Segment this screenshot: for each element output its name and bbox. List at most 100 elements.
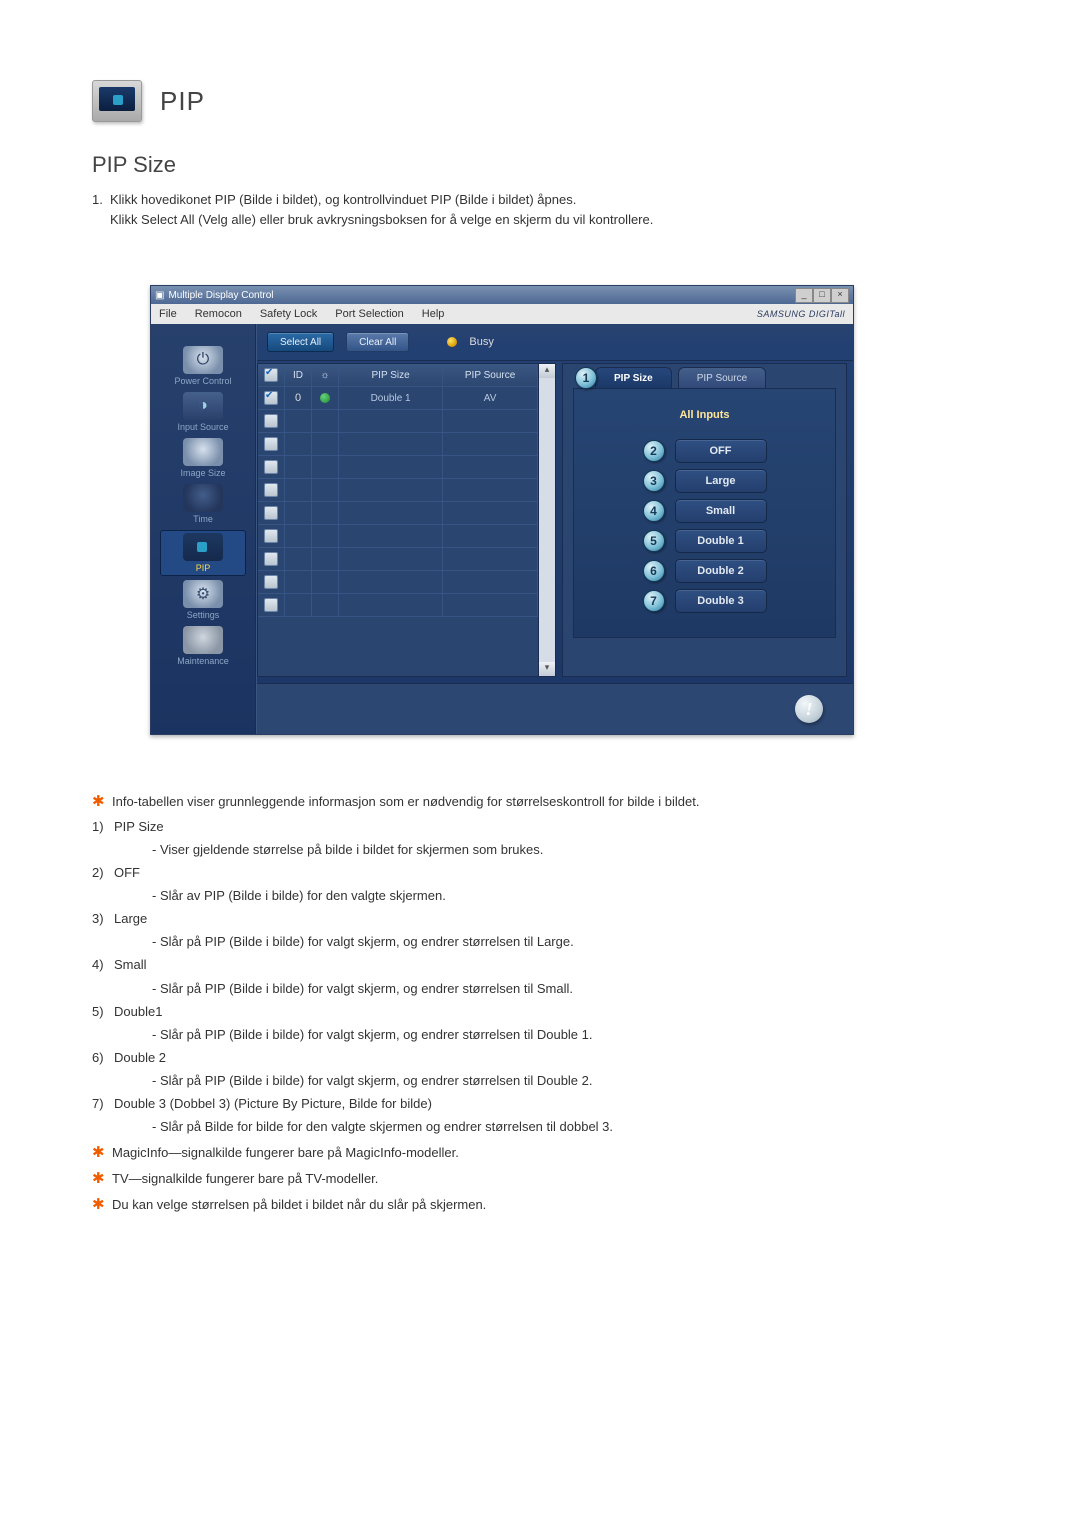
sidebar-item-settings[interactable]: Settings xyxy=(161,580,245,622)
option-double2[interactable]: Double 2 xyxy=(675,559,767,583)
menu-port-selection[interactable]: Port Selection xyxy=(335,308,403,320)
callout-badge-4: 4 xyxy=(643,500,665,522)
row-checkbox[interactable] xyxy=(264,598,278,612)
col-id: ID xyxy=(285,364,312,386)
row-checkbox[interactable] xyxy=(264,575,278,589)
row-checkbox[interactable] xyxy=(264,391,278,405)
row-checkbox[interactable] xyxy=(264,483,278,497)
grid-scrollbar[interactable]: ▴ ▾ xyxy=(538,363,556,677)
row-checkbox[interactable] xyxy=(264,414,278,428)
menu-safety-lock[interactable]: Safety Lock xyxy=(260,308,317,320)
option-double1[interactable]: Double 1 xyxy=(675,529,767,553)
table-row[interactable]: 0 Double 1 AV xyxy=(258,387,538,410)
table-row[interactable] xyxy=(258,456,538,479)
note-title: PIP Size xyxy=(114,819,164,834)
table-row[interactable] xyxy=(258,433,538,456)
page-header: PIP xyxy=(92,80,1030,122)
tab-pip-size[interactable]: PIP Size xyxy=(595,367,672,388)
sidebar: Power Control Input Source Image Size Ti… xyxy=(151,324,256,734)
minimize-button[interactable]: _ xyxy=(795,288,813,303)
row-checkbox[interactable] xyxy=(264,437,278,451)
note-tv: TV—signalkilde fungerer bare på TV-model… xyxy=(112,1171,378,1186)
sidebar-item-time[interactable]: Time xyxy=(161,484,245,526)
close-button[interactable]: × xyxy=(831,288,849,303)
table-row[interactable] xyxy=(258,410,538,433)
col-pip-size: PIP Size xyxy=(339,364,443,386)
star-icon: ✱ xyxy=(92,1141,112,1164)
scroll-up-icon[interactable]: ▴ xyxy=(539,364,555,378)
app-window-icon: ▣ xyxy=(155,290,164,301)
clear-all-button[interactable]: Clear All xyxy=(346,332,409,352)
star-icon: ✱ xyxy=(92,1167,112,1190)
callout-badge-6: 6 xyxy=(643,560,665,582)
note-info: Info-tabellen viser grunnleggende inform… xyxy=(112,794,699,809)
table-row[interactable] xyxy=(258,479,538,502)
star-icon: ✱ xyxy=(92,1193,112,1216)
select-all-button[interactable]: Select All xyxy=(267,332,334,352)
col-pip-source: PIP Source xyxy=(443,364,538,386)
sidebar-item-input[interactable]: Input Source xyxy=(161,392,245,434)
note-sub: - Slår på PIP (Bilde i bilde) for valgt … xyxy=(152,1025,1030,1045)
col-signal-icon: ☼ xyxy=(312,364,339,386)
row-checkbox[interactable] xyxy=(264,460,278,474)
note-sub: - Slår på PIP (Bilde i bilde) for valgt … xyxy=(152,932,1030,952)
page-title: PIP xyxy=(160,86,205,117)
app-titlebar: ▣ Multiple Display Control _ □ × xyxy=(151,286,853,304)
grid-header: ID ☼ PIP Size PIP Source xyxy=(258,364,538,387)
notes-block: ✱Info-tabellen viser grunnleggende infor… xyxy=(92,790,1030,1216)
intro-line-2: Klikk Select All (Velg alle) eller bruk … xyxy=(110,210,1030,230)
row-checkbox[interactable] xyxy=(264,552,278,566)
callout-badge-2: 2 xyxy=(643,440,665,462)
note-title: Double 2 xyxy=(114,1050,166,1065)
pip-monitor-icon xyxy=(92,80,142,122)
note-sub: - Slår av PIP (Bilde i bilde) for den va… xyxy=(152,886,1030,906)
section-title: PIP Size xyxy=(92,152,1030,178)
app-screenshot: ▣ Multiple Display Control _ □ × File Re… xyxy=(150,285,854,735)
menu-help[interactable]: Help xyxy=(422,308,445,320)
table-row[interactable] xyxy=(258,571,538,594)
note-title: Large xyxy=(114,911,147,926)
callout-badge-3: 3 xyxy=(643,470,665,492)
busy-indicator-icon xyxy=(447,337,457,347)
intro-line-1: Klikk hovedikonet PIP (Bilde i bildet), … xyxy=(110,192,576,207)
window-buttons: _ □ × xyxy=(795,288,849,303)
app-menubar: File Remocon Safety Lock Port Selection … xyxy=(151,304,853,324)
option-large[interactable]: Large xyxy=(675,469,767,493)
row-checkbox[interactable] xyxy=(264,529,278,543)
note-sub: - Viser gjeldende størrelse på bilde i b… xyxy=(152,840,1030,860)
table-row[interactable] xyxy=(258,594,538,617)
note-title: Double 3 (Dobbel 3) (Picture By Picture,… xyxy=(114,1096,432,1111)
row-id: 0 xyxy=(285,387,312,409)
tab-pip-source[interactable]: PIP Source xyxy=(678,367,766,388)
pip-panel: 1 PIP Size PIP Source All Inputs 2OFF 3L… xyxy=(562,363,847,677)
table-row[interactable] xyxy=(258,525,538,548)
star-icon: ✱ xyxy=(92,790,112,813)
note-sub: - Slår på PIP (Bilde i bilde) for valgt … xyxy=(152,979,1030,999)
status-bar: ! xyxy=(257,683,853,734)
note-title: Small xyxy=(114,957,147,972)
header-checkbox[interactable] xyxy=(264,368,278,382)
sidebar-item-maintenance[interactable]: Maintenance xyxy=(161,626,245,668)
menu-file[interactable]: File xyxy=(159,308,177,320)
note-magicinfo: MagicInfo—signalkilde fungerer bare på M… xyxy=(112,1145,459,1160)
option-small[interactable]: Small xyxy=(675,499,767,523)
info-icon[interactable]: ! xyxy=(795,695,823,723)
note-title: Double1 xyxy=(114,1004,162,1019)
maximize-button[interactable]: □ xyxy=(813,288,831,303)
table-row[interactable] xyxy=(258,548,538,571)
menu-remocon[interactable]: Remocon xyxy=(195,308,242,320)
signal-ok-icon xyxy=(320,393,330,403)
scroll-down-icon[interactable]: ▾ xyxy=(539,662,555,676)
note-title: OFF xyxy=(114,865,140,880)
sidebar-item-pip[interactable]: PIP xyxy=(160,530,246,576)
sidebar-item-image[interactable]: Image Size xyxy=(161,438,245,480)
app-window-title: Multiple Display Control xyxy=(168,290,273,301)
callout-badge-5: 5 xyxy=(643,530,665,552)
sidebar-item-power[interactable]: Power Control xyxy=(161,346,245,388)
busy-label: Busy xyxy=(469,336,493,348)
row-checkbox[interactable] xyxy=(264,506,278,520)
option-double3[interactable]: Double 3 xyxy=(675,589,767,613)
option-off[interactable]: OFF xyxy=(675,439,767,463)
brand-label: SAMSUNG DIGITall xyxy=(757,309,845,319)
table-row[interactable] xyxy=(258,502,538,525)
